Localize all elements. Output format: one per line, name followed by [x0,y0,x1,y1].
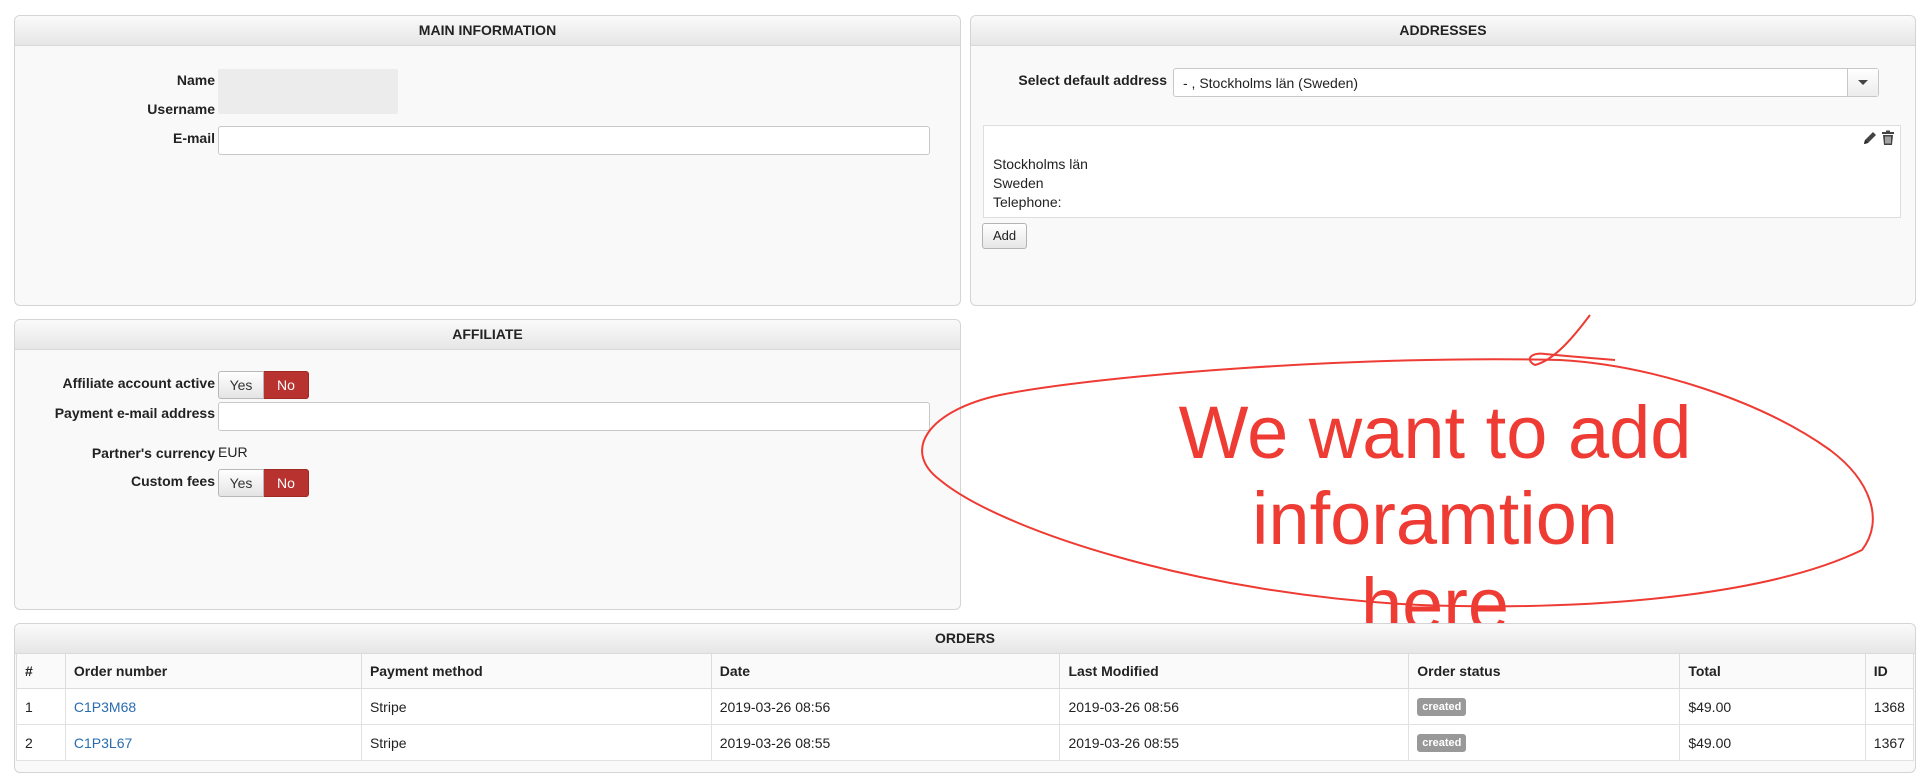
table-row: 2 C1P3L67 Stripe 2019-03-26 08:55 2019-0… [16,724,1915,761]
address-line-telephone: Telephone: [993,194,1062,210]
orders-panel: ORDERS # Order number Payment method Dat… [14,623,1916,773]
select-dropdown-button[interactable] [1847,69,1878,96]
row-date: 2019-03-26 08:56 [710,688,1061,725]
select-default-address-label: Select default address [1018,72,1167,88]
affiliate-active-yes[interactable]: Yes [218,371,264,399]
chevron-down-icon [1858,80,1868,85]
col-header-date[interactable]: Date [710,653,1061,689]
status-badge: created [1417,734,1467,752]
name-label: Name [176,72,215,88]
affiliate-active-no[interactable]: No [264,371,309,399]
col-header-order-number[interactable]: Order number [64,653,362,689]
address-line-region: Stockholms län [993,156,1088,172]
main-information-panel: MAIN INFORMATION Name Username E-mail [14,15,961,306]
address-line-country: Sweden [993,175,1044,191]
col-header-order-status[interactable]: Order status [1408,653,1681,689]
payment-email-input[interactable] [218,402,930,431]
row-order-status: created [1408,724,1681,761]
partner-currency-label: Partner's currency [91,445,215,461]
default-address-select[interactable]: - , Stockholms län (Sweden) [1173,68,1879,97]
trash-icon[interactable] [1880,130,1896,146]
col-header-last-modified[interactable]: Last Modified [1059,653,1410,689]
status-badge: created [1417,698,1467,716]
address-card: Stockholms län Sweden Telephone: [983,125,1901,218]
affiliate-active-label: Affiliate account active [62,375,216,391]
table-row: 1 C1P3M68 Stripe 2019-03-26 08:56 2019-0… [16,688,1915,725]
row-payment-method: Stripe [360,724,712,761]
row-order-number: C1P3M68 [64,688,362,725]
col-header-num[interactable]: # [16,653,66,689]
order-link[interactable]: C1P3L67 [74,735,132,751]
order-link[interactable]: C1P3M68 [74,699,136,715]
email-input[interactable] [218,126,930,155]
add-address-button[interactable]: Add [982,223,1028,249]
row-last-modified: 2019-03-26 08:55 [1059,724,1410,761]
custom-fees-no[interactable]: No [264,469,309,497]
row-date: 2019-03-26 08:55 [710,724,1061,761]
custom-fees-yes[interactable]: Yes [218,469,264,497]
row-id: 1368 [1864,688,1915,725]
affiliate-title: AFFILIATE [15,320,960,350]
payment-email-label: Payment e-mail address [54,405,215,421]
row-total: $49.00 [1679,724,1866,761]
row-order-number: C1P3L67 [64,724,362,761]
orders-title: ORDERS [15,624,1915,654]
custom-fees-label: Custom fees [130,473,215,489]
email-label: E-mail [172,130,215,146]
annotation-line-1: We want to add [1178,391,1692,474]
affiliate-active-toggle[interactable]: Yes No [218,371,309,399]
username-label: Username [147,101,215,117]
row-id: 1367 [1864,724,1915,761]
addresses-title: ADDRESSES [971,16,1915,46]
avatar-placeholder [218,69,398,114]
orders-table: # Order number Payment method Date Last … [16,653,1915,761]
main-information-title: MAIN INFORMATION [15,16,960,46]
col-header-id[interactable]: ID [1864,653,1915,689]
col-header-payment-method[interactable]: Payment method [360,653,712,689]
affiliate-panel: AFFILIATE Affiliate account active Yes N… [14,319,961,610]
annotation-text: We want to add inforamtion here [1170,390,1700,648]
col-header-total[interactable]: Total [1679,653,1866,689]
addresses-panel: ADDRESSES Select default address - , Sto… [970,15,1916,306]
row-num: 1 [16,688,66,725]
custom-fees-toggle[interactable]: Yes No [218,469,309,497]
row-total: $49.00 [1679,688,1866,725]
partner-currency-value: EUR [218,444,248,460]
edit-icon[interactable] [1862,130,1878,146]
row-num: 2 [16,724,66,761]
default-address-value: - , Stockholms län (Sweden) [1183,75,1359,91]
row-payment-method: Stripe [360,688,712,725]
orders-header-row: # Order number Payment method Date Last … [16,653,1915,689]
row-order-status: created [1408,688,1681,725]
row-last-modified: 2019-03-26 08:56 [1059,688,1410,725]
